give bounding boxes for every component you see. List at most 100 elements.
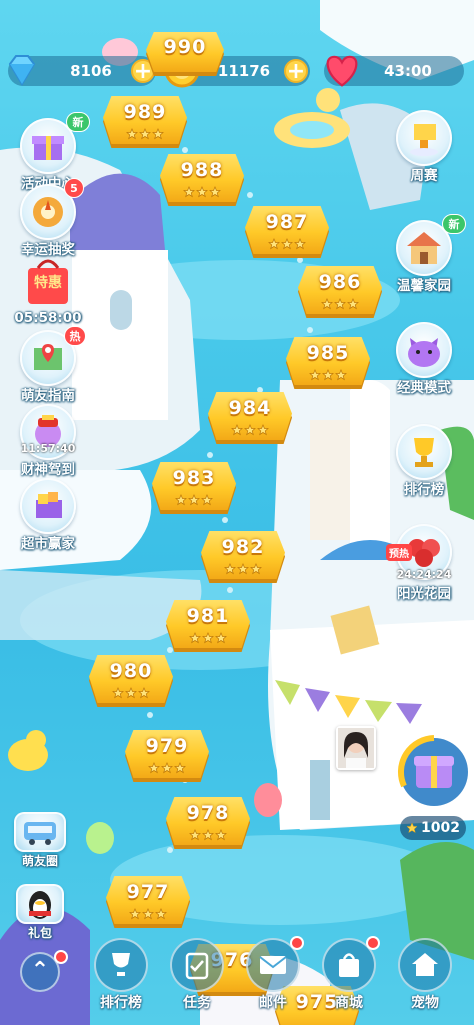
penguin-icon (29, 891, 51, 919)
level-tile-990[interactable]: 990 (146, 32, 224, 76)
tasks-nav-frame (170, 938, 224, 992)
level-tile-987[interactable]: 987 (245, 206, 329, 258)
level-tile-983[interactable]: 983 (152, 462, 236, 514)
star-icon (406, 822, 418, 834)
lottery-label: 幸运抽奖 (21, 242, 75, 258)
shopping-cart-icon (36, 492, 62, 518)
level-tile-978[interactable]: 978 (166, 797, 250, 849)
star-icon (347, 298, 359, 310)
star-icon (112, 687, 124, 699)
classic-label: 经典模式 (397, 380, 451, 396)
star-icon (201, 494, 213, 506)
star-icon (152, 128, 164, 140)
market-label: 超市赢家 (21, 536, 75, 552)
level-stars (125, 762, 209, 774)
ranking-icon-frame (396, 424, 452, 480)
ranking-side-label: 排行榜 (403, 482, 445, 498)
star-icon (125, 687, 137, 699)
cozy-home-button[interactable]: 新 温馨家园 (384, 214, 466, 300)
star-icon (155, 908, 167, 920)
star-icon (161, 762, 173, 774)
level-tile-985[interactable]: 985 (286, 337, 370, 389)
weekly-contest-button[interactable]: 周赛 (384, 110, 464, 190)
level-number: 980 (109, 660, 153, 682)
chevron-up-icon: ⌃ (30, 958, 50, 983)
level-stars (201, 563, 285, 575)
purple-cat-icon (408, 338, 440, 367)
star-icon (196, 186, 208, 198)
clipboard-check-icon (185, 952, 209, 980)
nav-tasks-label: 任务 (183, 995, 211, 1011)
level-stars (166, 829, 250, 841)
gift-box-icon (32, 136, 64, 160)
classic-mode-button[interactable]: 经典模式 (384, 322, 464, 402)
hot-badge: 热 (64, 326, 86, 346)
level-tile-977[interactable]: 977 (106, 876, 190, 928)
heart-icon (326, 55, 358, 87)
star-icon (294, 238, 306, 250)
nav-pets-label: 宠物 (411, 995, 439, 1011)
level-stars (208, 424, 292, 436)
friends-circle-icon-frame (14, 812, 66, 852)
star-icon (129, 908, 141, 920)
god-of-wealth-button[interactable]: 11:57:40 财神驾到 (8, 404, 88, 484)
level-stars (160, 186, 244, 198)
friend-avatar[interactable] (336, 726, 376, 770)
level-tile-989[interactable]: 989 (103, 96, 187, 148)
level-number: 987 (265, 211, 309, 233)
nav-ranking[interactable]: 排行榜 (86, 938, 156, 1024)
star-icon (321, 298, 333, 310)
supermarket-winner-button[interactable]: 超市赢家 (8, 478, 88, 558)
home-icon (412, 953, 438, 976)
friends-circle-label: 萌友圈 (21, 854, 58, 868)
special-offer-button[interactable]: 特惠 05:58:00 (8, 256, 88, 336)
lucky-draw-button[interactable]: 5 幸运抽奖 (8, 178, 88, 264)
star-icon (142, 908, 154, 920)
trophy-icon (414, 438, 434, 467)
reward-count-value: 1002 (421, 820, 460, 836)
nav-shop[interactable]: 商城 (314, 936, 384, 1024)
level-tile-986[interactable]: 986 (298, 266, 382, 318)
special-tag: 特惠 (34, 275, 62, 291)
level-tile-984[interactable]: 984 (208, 392, 292, 444)
bottom-navigation: ⌃ 排行榜 任务 邮件 商城 宠物 (0, 930, 474, 1025)
shopping-bag-icon (339, 953, 359, 977)
star-icon (215, 632, 227, 644)
star-icon (268, 238, 280, 250)
new-badge: 新 (66, 112, 90, 132)
home-label: 温馨家园 (397, 278, 451, 294)
star-icon (138, 687, 150, 699)
level-stars (166, 632, 250, 644)
level-number: 990 (163, 36, 207, 58)
level-number: 981 (186, 605, 230, 627)
reward-ring-icon (397, 735, 468, 806)
weekly-icon-frame (396, 110, 452, 166)
nav-mail[interactable]: 邮件 (238, 936, 308, 1024)
lives-timer: 43:00 (384, 62, 432, 80)
level-tile-982[interactable]: 982 (201, 531, 285, 583)
nav-pets[interactable]: 宠物 (390, 938, 460, 1024)
level-tile-980[interactable]: 980 (89, 655, 173, 707)
star-icon (202, 829, 214, 841)
friends-circle-button[interactable]: 萌友圈 (4, 812, 76, 892)
diamond-icon (8, 55, 36, 86)
add-coins-button[interactable]: + (284, 59, 308, 83)
star-icon (334, 298, 346, 310)
star-reward-chest[interactable]: 1002 (394, 730, 470, 842)
star-icon (250, 563, 262, 575)
star-icon (189, 632, 201, 644)
nav-tasks[interactable]: 任务 (162, 938, 232, 1024)
sunshine-garden-button[interactable]: 预热 24:24:24 阳光花园 (384, 524, 464, 604)
level-tile-981[interactable]: 981 (166, 600, 250, 652)
level-tile-979[interactable]: 979 (125, 730, 209, 782)
level-stars (286, 369, 370, 381)
star-icon (244, 424, 256, 436)
star-icon (183, 186, 195, 198)
level-number: 984 (228, 397, 272, 419)
level-tile-988[interactable]: 988 (160, 154, 244, 206)
friend-guide-button[interactable]: 热 萌友指南 (8, 326, 88, 410)
mail-notification-dot (290, 936, 304, 950)
star-icon (189, 829, 201, 841)
shop-notification-dot (366, 936, 380, 950)
leaderboard-side-button[interactable]: 排行榜 (384, 424, 464, 504)
